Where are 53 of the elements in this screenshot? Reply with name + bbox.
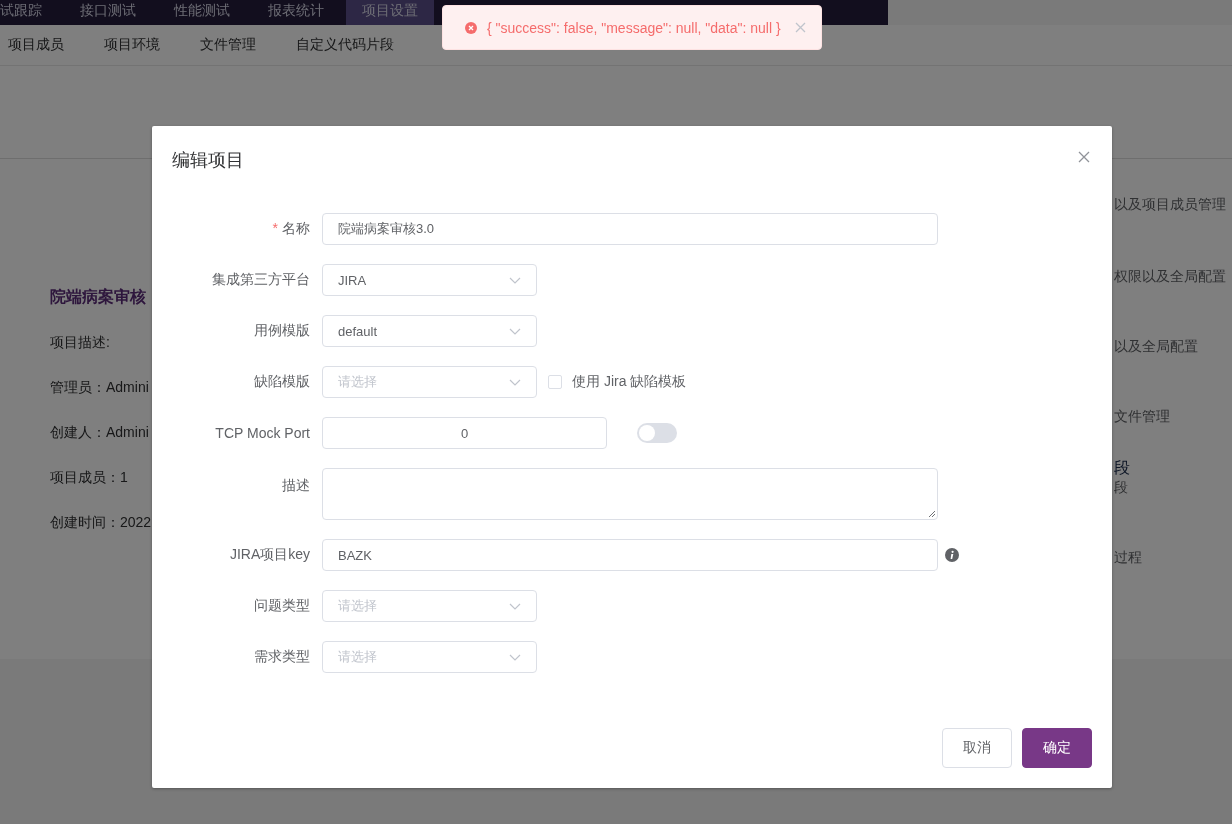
select-field[interactable]: JIRA xyxy=(322,264,537,296)
field-label: 问题类型 xyxy=(254,597,310,613)
nav-tab[interactable]: 性能测试 xyxy=(158,0,246,25)
setting-description: 过程 xyxy=(1114,549,1143,567)
setting-description: 文件管理 xyxy=(1114,408,1171,426)
chevron-down-icon xyxy=(509,602,521,610)
field-label: 名称 xyxy=(282,220,310,236)
setting-description: 以及全局配置 xyxy=(1114,338,1199,356)
chevron-down-icon xyxy=(509,327,521,335)
field-label: 用例模版 xyxy=(254,322,310,338)
project-title: 院端病案审核 xyxy=(50,287,147,307)
cancel-button[interactable]: 取消 xyxy=(942,728,1012,768)
nav-tab[interactable]: 试跟踪 xyxy=(0,0,58,25)
setting-description: 以及项目成员管理 xyxy=(1114,196,1226,214)
chevron-down-icon xyxy=(509,378,521,386)
chevron-down-icon xyxy=(509,653,521,661)
checkbox-label: 使用 Jira 缺陷模板 xyxy=(572,373,687,391)
project-info-text: 项目成员：1 xyxy=(50,469,129,487)
field-label: 缺陷模版 xyxy=(254,373,310,389)
close-icon[interactable] xyxy=(1078,151,1090,163)
field-label: 需求类型 xyxy=(254,648,310,664)
confirm-button[interactable]: 确定 xyxy=(1022,728,1092,768)
project-info-text: 项目描述: xyxy=(50,334,111,352)
setting-description: 权限以及全局配置 xyxy=(1114,268,1226,286)
select-field[interactable]: default xyxy=(322,315,537,347)
field-label: 描述 xyxy=(282,477,310,493)
field-label: TCP Mock Port xyxy=(215,425,310,441)
chevron-down-icon xyxy=(509,276,521,284)
required-mark: * xyxy=(272,220,278,236)
setting-title: 段 xyxy=(1114,458,1131,478)
close-icon[interactable] xyxy=(795,22,806,33)
field-label: 集成第三方平台 xyxy=(212,271,310,287)
nav-tab[interactable]: 报表统计 xyxy=(252,0,340,25)
sub-nav-tab[interactable]: 项目成员 xyxy=(8,36,64,54)
number-field[interactable]: 0 xyxy=(322,417,607,449)
resize-grip-icon[interactable] xyxy=(928,510,936,518)
nav-tab[interactable]: 项目设置 xyxy=(346,0,434,25)
project-info-text: 管理员：Admini xyxy=(50,379,150,397)
message-text: { "success": false, "message": null, "data": null } xyxy=(487,19,782,36)
info-icon[interactable] xyxy=(945,548,959,562)
text-field[interactable]: 院端病案审核3.0 xyxy=(322,213,938,245)
error-icon xyxy=(465,21,477,34)
nav-tab[interactable]: 接口测试 xyxy=(64,0,152,25)
checkbox[interactable] xyxy=(548,375,562,389)
sub-nav-tab[interactable]: 自定义代码片段 xyxy=(296,36,394,54)
setting-description: 段 xyxy=(1114,479,1129,497)
project-info-text: 创建时间：2022 xyxy=(50,514,153,532)
field-label: JIRA项目key xyxy=(229,546,310,562)
dialog-title: 编辑项目 xyxy=(172,149,244,172)
text-field[interactable]: BAZK xyxy=(322,539,938,571)
toggle-switch[interactable] xyxy=(637,423,677,443)
sub-nav-tab[interactable]: 项目环境 xyxy=(104,36,160,54)
sub-nav-tab[interactable]: 文件管理 xyxy=(200,36,256,54)
